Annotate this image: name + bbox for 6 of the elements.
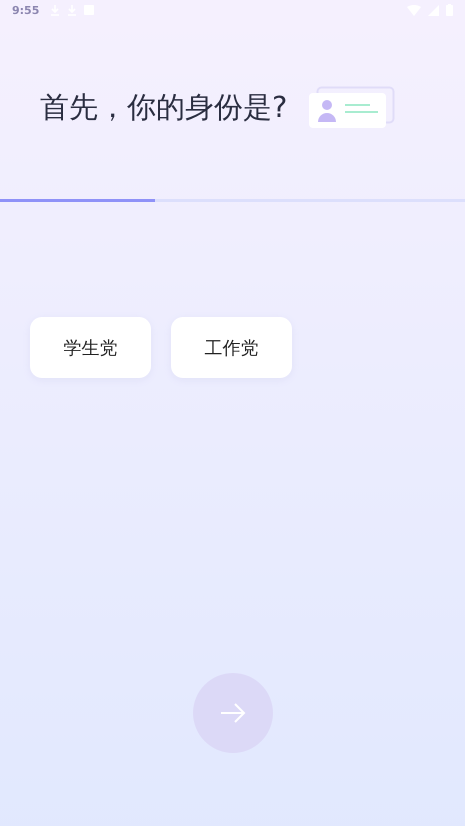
status-time: 9:55 (12, 4, 40, 16)
question-title: 首先，你的身份是? (40, 89, 288, 126)
option-button[interactable]: 工作党 (171, 317, 292, 378)
option-button[interactable]: 学生党 (30, 317, 151, 378)
id-card-icon (309, 86, 396, 130)
arrow-right-icon (220, 702, 246, 724)
